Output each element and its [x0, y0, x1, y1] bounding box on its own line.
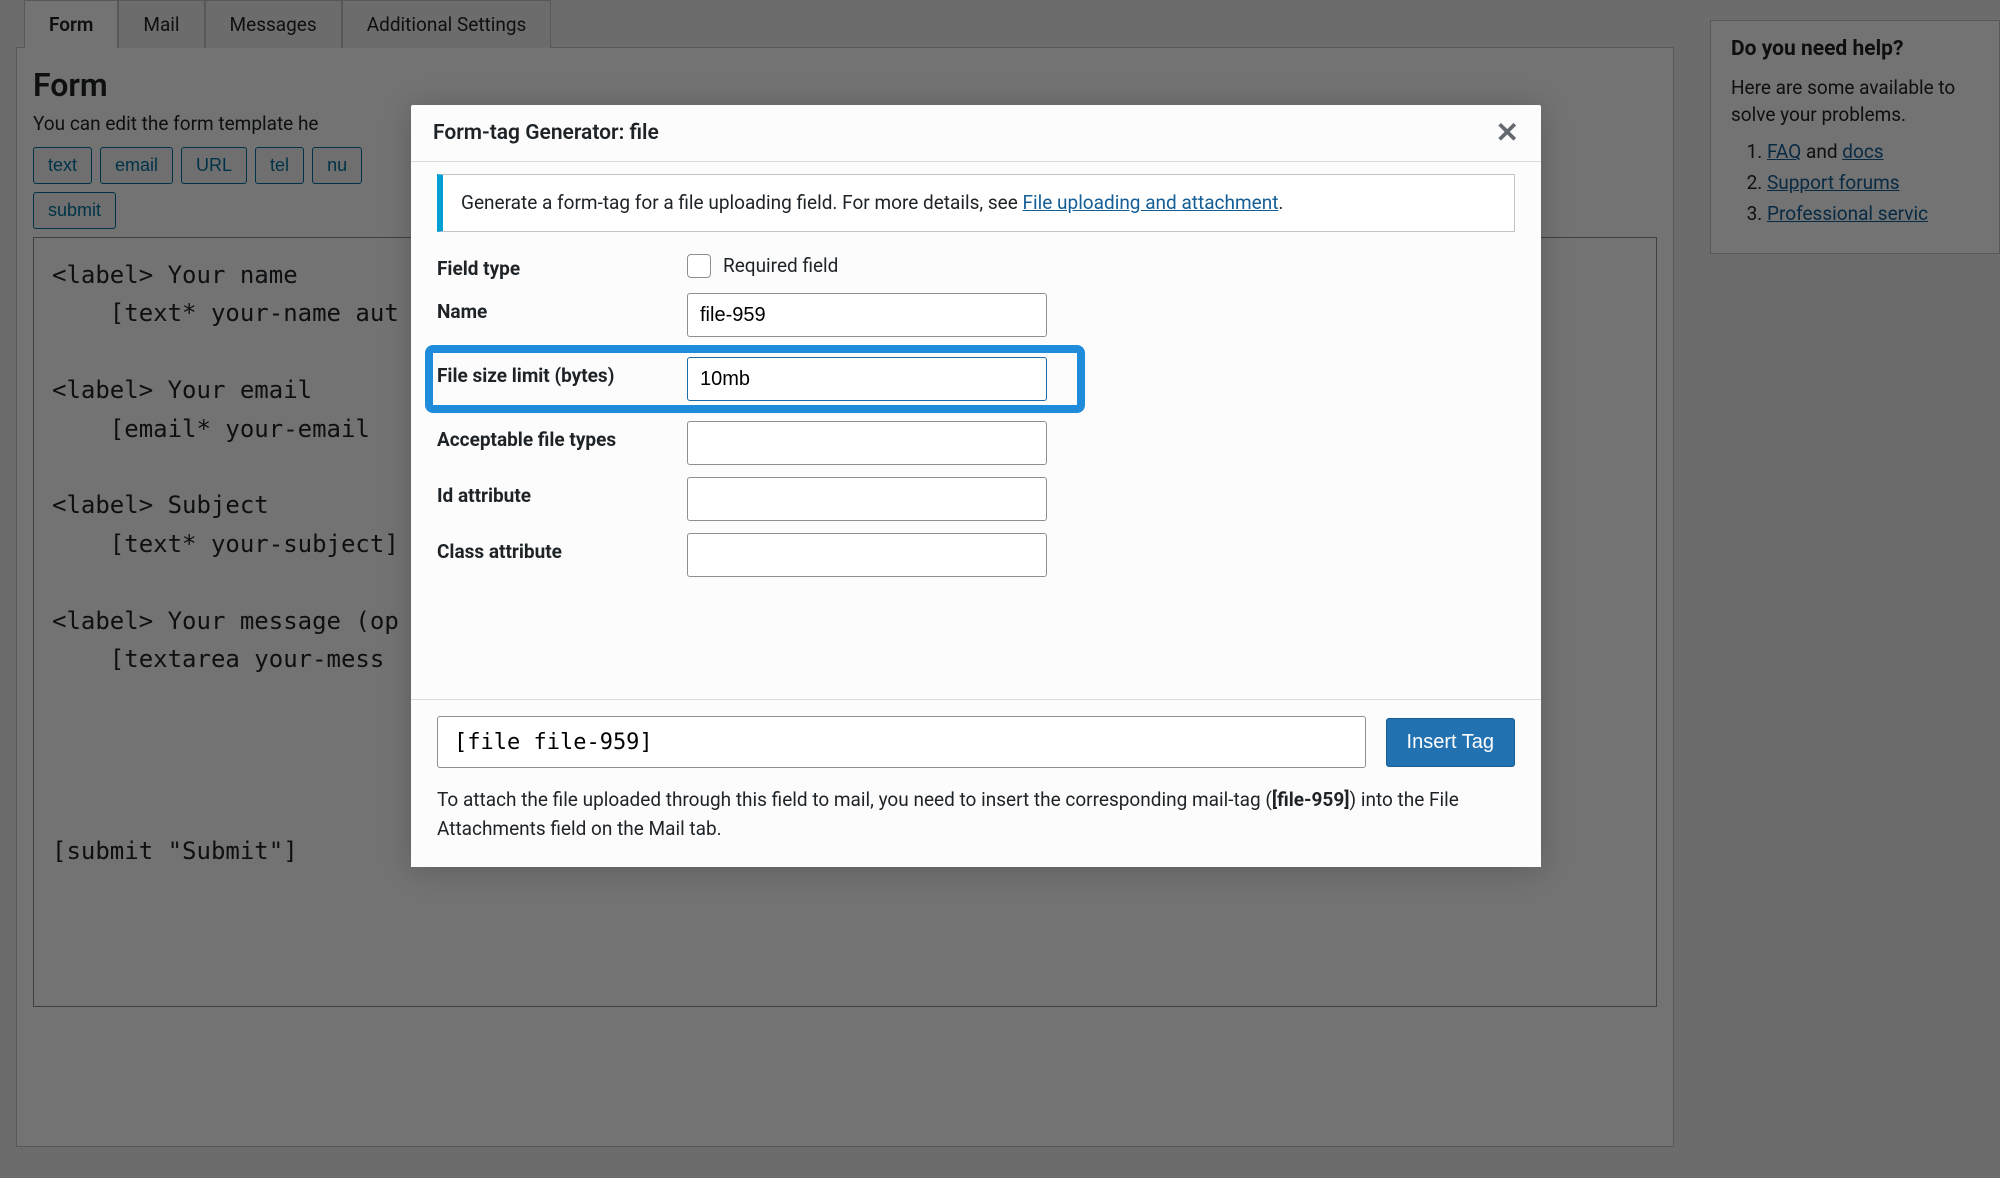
acceptable-types-input[interactable] — [687, 421, 1047, 465]
name-label: Name — [437, 293, 687, 325]
class-attribute-input[interactable] — [687, 533, 1047, 577]
required-checkbox-label: Required field — [723, 254, 838, 277]
close-icon[interactable]: ✕ — [1496, 119, 1519, 147]
modal-notice: Generate a form-tag for a file uploading… — [437, 174, 1515, 232]
file-size-input[interactable] — [687, 357, 1047, 401]
modal-footnote: To attach the file uploaded through this… — [437, 786, 1515, 843]
modal-title: Form-tag Generator: file — [433, 121, 659, 145]
name-input[interactable] — [687, 293, 1047, 337]
acceptable-types-label: Acceptable file types — [437, 421, 687, 453]
form-tag-generator-modal: Form-tag Generator: file ✕ Generate a fo… — [411, 105, 1541, 867]
notice-link-file-uploading[interactable]: File uploading and attachment — [1023, 191, 1279, 214]
class-attribute-label: Class attribute — [437, 533, 687, 565]
file-size-highlight: File size limit (bytes) — [425, 345, 1085, 413]
field-type-label: Field type — [437, 250, 687, 282]
id-attribute-input[interactable] — [687, 477, 1047, 521]
required-checkbox[interactable] — [687, 254, 711, 278]
id-attribute-label: Id attribute — [437, 477, 687, 509]
file-size-label: File size limit (bytes) — [437, 357, 687, 389]
generated-tag-output[interactable] — [437, 716, 1366, 768]
insert-tag-button[interactable]: Insert Tag — [1386, 718, 1515, 767]
footnote-mailtag: [file-959] — [1272, 788, 1350, 811]
